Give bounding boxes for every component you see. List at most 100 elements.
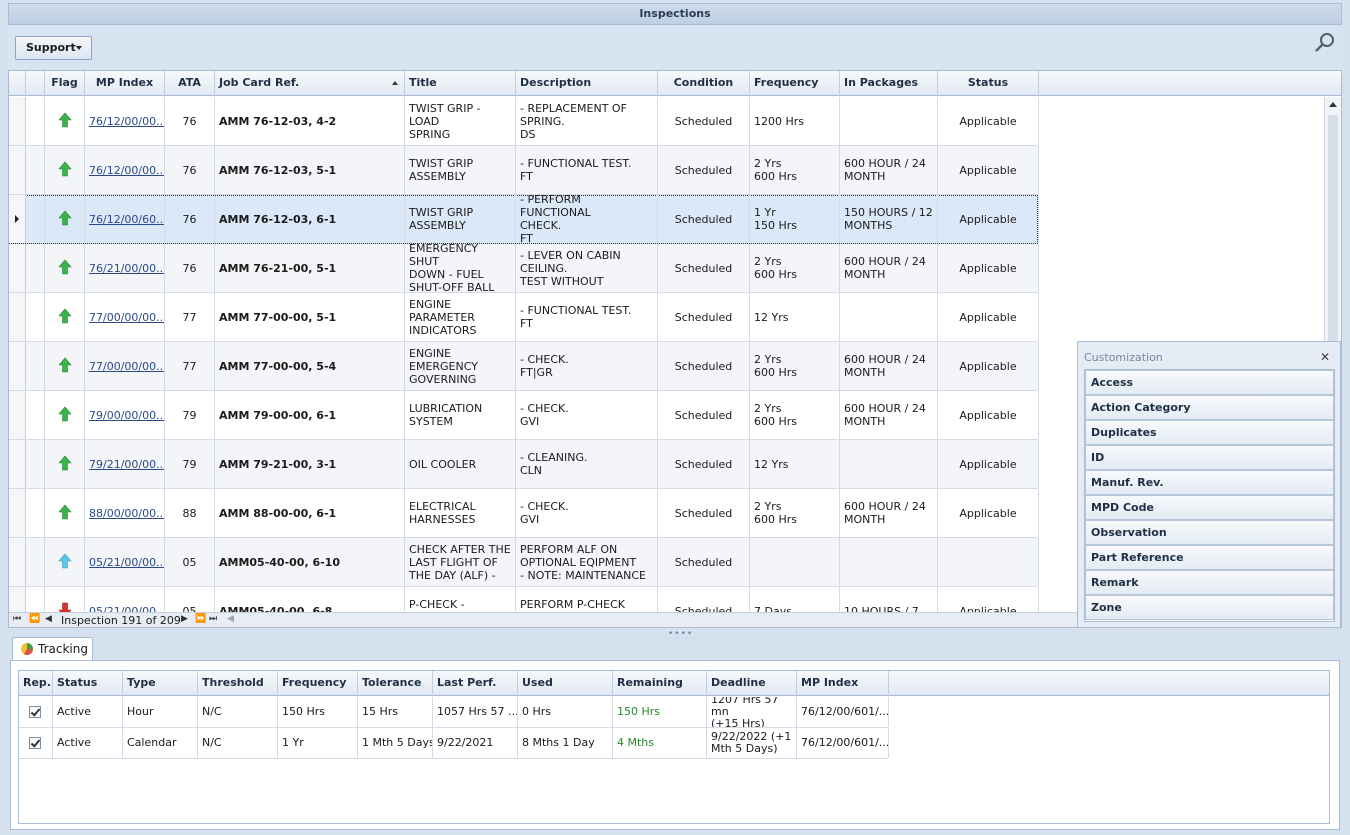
- header-mp-index[interactable]: MP Index: [85, 71, 165, 96]
- first-record-icon[interactable]: ⏮: [13, 614, 21, 624]
- status-cell: [938, 538, 1039, 586]
- mp-index-cell-text[interactable]: 77/00/00/00...: [89, 311, 164, 324]
- customization-item[interactable]: MPD Code: [1085, 495, 1334, 520]
- table-row[interactable]: 88/00/00/00... 88 AMM 88-00-00, 6-1 ELECTRI…: [9, 489, 1039, 538]
- splitter-handle[interactable]: ••••: [668, 629, 693, 639]
- condition-cell-text: Scheduled: [674, 310, 733, 324]
- mp-index-cell-text[interactable]: 05/21/00/00...: [89, 556, 164, 569]
- header-job-card[interactable]: Job Card Ref.: [215, 71, 405, 96]
- row-indicator[interactable]: [9, 489, 26, 537]
- mp-index-cell-text[interactable]: 76/12/00/00...: [89, 164, 164, 177]
- scroll-left-icon[interactable]: ◀: [227, 614, 234, 624]
- row-indicator[interactable]: [9, 587, 26, 612]
- mp-index-cell[interactable]: 77/00/00/00...: [85, 293, 165, 341]
- header-last-perf[interactable]: Last Perf.: [433, 671, 518, 696]
- tracking-row[interactable]: Active Calendar N/C 1 Yr 1 Mth 5 Days 9/22/20…: [19, 728, 889, 759]
- scroll-thumb[interactable]: [1328, 115, 1338, 355]
- mp-index-cell-text[interactable]: 76/12/00/60...: [89, 213, 164, 226]
- customization-item[interactable]: Zone: [1085, 595, 1334, 620]
- header-type[interactable]: Type: [123, 671, 198, 696]
- table-row[interactable]: 05/21/00/00... 05 AMM05-40-00, 6-8 P-CHECK …: [9, 587, 1039, 612]
- row-indicator[interactable]: [9, 538, 26, 586]
- mp-index-cell[interactable]: 76/12/00/60...: [85, 195, 165, 243]
- header-in-packages[interactable]: In Packages: [840, 71, 938, 96]
- status-cell: Active: [53, 697, 123, 727]
- support-button[interactable]: Support: [15, 36, 92, 60]
- next-page-icon[interactable]: ⏩: [195, 614, 206, 624]
- header-mp-index[interactable]: MP Index: [797, 671, 889, 696]
- mp-index-cell[interactable]: 77/00/00/00...: [85, 342, 165, 390]
- type-cell: Hour: [123, 697, 198, 727]
- table-row[interactable]: 77/00/00/00... 77 AMM 77-00-00, 5-4 ENGINE …: [9, 342, 1039, 391]
- header-title[interactable]: Title: [405, 71, 516, 96]
- mp-index-cell: 76/12/00/601/...: [797, 728, 889, 758]
- customization-item[interactable]: ID: [1085, 445, 1334, 470]
- header-flag[interactable]: Flag: [45, 71, 85, 96]
- mp-index-cell-text[interactable]: 76/12/00/00...: [89, 115, 164, 128]
- row-indicator[interactable]: [9, 244, 26, 292]
- scroll-up-icon[interactable]: [1329, 102, 1337, 107]
- mp-index-cell[interactable]: 05/21/00/00...: [85, 587, 165, 612]
- row-indicator[interactable]: [9, 440, 26, 488]
- flag-cell: [45, 587, 85, 612]
- search-icon[interactable]: [1314, 32, 1336, 54]
- rep-checkbox[interactable]: [29, 737, 41, 749]
- mp-index-cell[interactable]: 76/21/00/00...: [85, 244, 165, 292]
- header-remaining[interactable]: Remaining: [613, 671, 707, 696]
- row-indicator[interactable]: [9, 146, 26, 194]
- customization-item[interactable]: Action Category: [1085, 395, 1334, 420]
- table-row[interactable]: 76/12/00/60... 76 AMM 76-12-03, 6-1 TWIST G…: [9, 195, 1039, 244]
- header-frequency[interactable]: Frequency: [278, 671, 358, 696]
- toolbar: Support: [8, 26, 1342, 70]
- table-row[interactable]: 76/21/00/00... 76 AMM 76-21-00, 5-1 EMERGEN…: [9, 244, 1039, 293]
- table-row[interactable]: 77/00/00/00... 77 AMM 77-00-00, 5-1 ENGINE …: [9, 293, 1039, 342]
- customization-item[interactable]: Manuf. Rev.: [1085, 470, 1334, 495]
- mp-index-cell[interactable]: 05/21/00/00...: [85, 538, 165, 586]
- mp-index-cell-text[interactable]: 76/21/00/00...: [89, 262, 164, 275]
- row-indicator[interactable]: [9, 391, 26, 439]
- mp-index-cell[interactable]: 76/12/00/00...: [85, 97, 165, 145]
- customization-item[interactable]: Observation: [1085, 520, 1334, 545]
- next-record-icon[interactable]: ▶: [181, 614, 188, 624]
- close-icon[interactable]: ✕: [1320, 350, 1330, 364]
- tab-tracking[interactable]: Tracking: [12, 637, 93, 661]
- mp-index-cell-text[interactable]: 77/00/00/00...: [89, 360, 164, 373]
- mp-index-cell[interactable]: 79/21/00/00...: [85, 440, 165, 488]
- mp-index-cell-text[interactable]: 05/21/00/00...: [89, 605, 164, 613]
- header-status[interactable]: Status: [53, 671, 123, 696]
- header-condition[interactable]: Condition: [658, 71, 750, 96]
- customization-item[interactable]: Part Reference: [1085, 545, 1334, 570]
- header-ata[interactable]: ATA: [165, 71, 215, 96]
- header-tolerance[interactable]: Tolerance: [358, 671, 433, 696]
- mp-index-cell[interactable]: 79/00/00/00...: [85, 391, 165, 439]
- table-row[interactable]: 79/00/00/00... 79 AMM 79-00-00, 6-1 LUBRICA…: [9, 391, 1039, 440]
- row-indicator[interactable]: [9, 195, 26, 243]
- customization-item[interactable]: Remark: [1085, 570, 1334, 595]
- prev-page-icon[interactable]: ⏪: [29, 614, 40, 624]
- rep-checkbox[interactable]: [29, 706, 41, 718]
- table-row[interactable]: 05/21/00/00... 05 AMM05-40-00, 6-10 CHECK A…: [9, 538, 1039, 587]
- last-record-icon[interactable]: ⏭: [209, 614, 217, 624]
- table-row[interactable]: 76/12/00/00... 76 AMM 76-12-03, 5-1 TWIST G…: [9, 146, 1039, 195]
- header-frequency[interactable]: Frequency: [750, 71, 840, 96]
- mp-index-cell-text[interactable]: 79/21/00/00...: [89, 458, 164, 471]
- mp-index-cell[interactable]: 88/00/00/00...: [85, 489, 165, 537]
- header-rep[interactable]: Rep.: [19, 671, 53, 696]
- customization-item[interactable]: Duplicates: [1085, 420, 1334, 445]
- header-description[interactable]: Description: [516, 71, 658, 96]
- header-deadline[interactable]: Deadline: [707, 671, 797, 696]
- row-indicator[interactable]: [9, 293, 26, 341]
- row-indicator[interactable]: [9, 342, 26, 390]
- row-indicator[interactable]: [9, 97, 26, 145]
- header-status[interactable]: Status: [938, 71, 1039, 96]
- tracking-row[interactable]: Active Hour N/C 150 Hrs 15 Hrs 1057 Hrs 57 ..…: [19, 697, 889, 728]
- table-row[interactable]: 79/21/00/00... 79 AMM 79-21-00, 3-1 OIL COO…: [9, 440, 1039, 489]
- mp-index-cell-text[interactable]: 79/00/00/00...: [89, 409, 164, 422]
- mp-index-cell-text[interactable]: 88/00/00/00...: [89, 507, 164, 520]
- mp-index-cell[interactable]: 76/12/00/00...: [85, 146, 165, 194]
- table-row[interactable]: 76/12/00/00... 76 AMM 76-12-03, 4-2 TWIST G…: [9, 97, 1039, 146]
- prev-record-icon[interactable]: ◀: [45, 614, 52, 624]
- header-threshold[interactable]: Threshold: [198, 671, 278, 696]
- header-used[interactable]: Used: [518, 671, 613, 696]
- customization-item[interactable]: Access: [1085, 370, 1334, 395]
